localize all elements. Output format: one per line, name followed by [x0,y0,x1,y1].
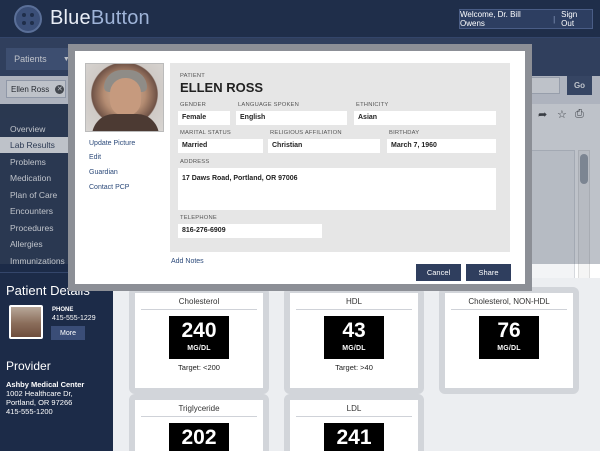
lab-name: Cholesterol, NON-HDL [468,297,550,306]
lab-value: 241 [336,426,372,449]
marital-status-label: MARITAL STATUS [180,130,231,136]
lab-value-box: 76 MG/DL [479,316,539,359]
patient-photo [85,63,164,132]
phone-value: 415-555-1229 [52,315,96,322]
more-button[interactable]: More [51,326,85,340]
provider-address-line: Portland, OR 97266 [6,398,73,407]
edit-link[interactable]: Edit [89,154,101,161]
gender-label: GENDER [180,102,207,108]
user-menu: Welcome, Dr. Bill Owens | Sign Out [459,9,593,29]
lab-value-box: 43 MG/DL [324,316,384,359]
lab-name: Triglyceride [178,404,220,413]
gender-field[interactable]: Female [178,111,230,125]
lab-card[interactable]: Cholesterol 240 MG/DL Target: <200 [129,287,269,394]
sign-out-link[interactable]: Sign Out [561,10,592,28]
logo-button-icon[interactable] [14,5,42,33]
guardian-link[interactable]: Guardian [89,169,118,176]
lab-unit: MG/DL [187,345,211,352]
address-field[interactable]: 17 Daws Road, Portland, OR 97006 [178,168,496,210]
provider-address-line: 1002 Healthcare Dr, [6,389,73,398]
lab-card[interactable]: LDL 241 [284,394,424,451]
lab-value: 43 [342,319,366,342]
language-field[interactable]: English [236,111,347,125]
avatar [9,305,43,339]
patient-name: ELLEN ROSS [180,80,264,95]
telephone-label: TELEPHONE [180,215,217,221]
lab-value: 76 [497,319,521,342]
telephone-field[interactable]: 816-276-6909 [178,224,322,238]
provider-phone: 415-555-1200 [6,407,53,416]
lab-card[interactable]: HDL 43 MG/DL Target: >40 [284,287,424,394]
lab-name: HDL [345,297,362,306]
address-label: ADDRESS [180,159,210,165]
lab-value-box: 202 [169,423,229,451]
lab-unit: MG/DL [497,345,521,352]
provider-name: Ashby Medical Center [6,380,85,389]
lab-card[interactable]: Cholesterol, NON-HDL 76 MG/DL [439,287,579,394]
welcome-text: Welcome, Dr. Bill Owens [460,10,521,28]
lab-value: 240 [181,319,217,342]
birthday-label: BIRTHDAY [389,130,420,136]
contact-pcp-link[interactable]: Contact PCP [89,184,129,191]
religion-label: RELIGIOUS AFFILIATION [270,130,342,136]
update-picture-link[interactable]: Update Picture [89,140,135,147]
lab-card[interactable]: Triglyceride 202 [129,394,269,451]
marital-status-field[interactable]: Married [178,139,263,153]
birthday-field[interactable]: March 7, 1960 [387,139,496,153]
lab-unit: MG/DL [342,345,366,352]
ethnicity-label: ETHNICITY [356,102,389,108]
cancel-button[interactable]: Cancel [416,264,461,281]
lab-target: Target: <200 [178,363,220,372]
language-label: LANGUAGE SPOKEN [238,102,299,108]
divider [296,309,412,310]
divider [296,416,412,417]
divider [141,416,257,417]
lab-target: Target: >40 [335,363,373,372]
lab-value-box: 240 MG/DL [169,316,229,359]
app-logo-text: BlueButton [50,7,150,29]
religion-field[interactable]: Christian [268,139,380,153]
lab-value-box: 241 [324,423,384,451]
share-button[interactable]: Share [466,264,511,281]
separator: | [553,14,556,24]
lab-value: 202 [181,426,217,449]
lab-name: LDL [346,404,362,413]
divider [451,309,567,310]
add-notes-link[interactable]: Add Notes [171,258,204,265]
ethnicity-field[interactable]: Asian [354,111,496,125]
provider-heading: Provider [6,359,51,373]
phone-label: PHONE [52,307,74,313]
patient-label: PATIENT [180,73,206,79]
divider [141,309,257,310]
lab-name: Cholesterol [178,297,220,306]
